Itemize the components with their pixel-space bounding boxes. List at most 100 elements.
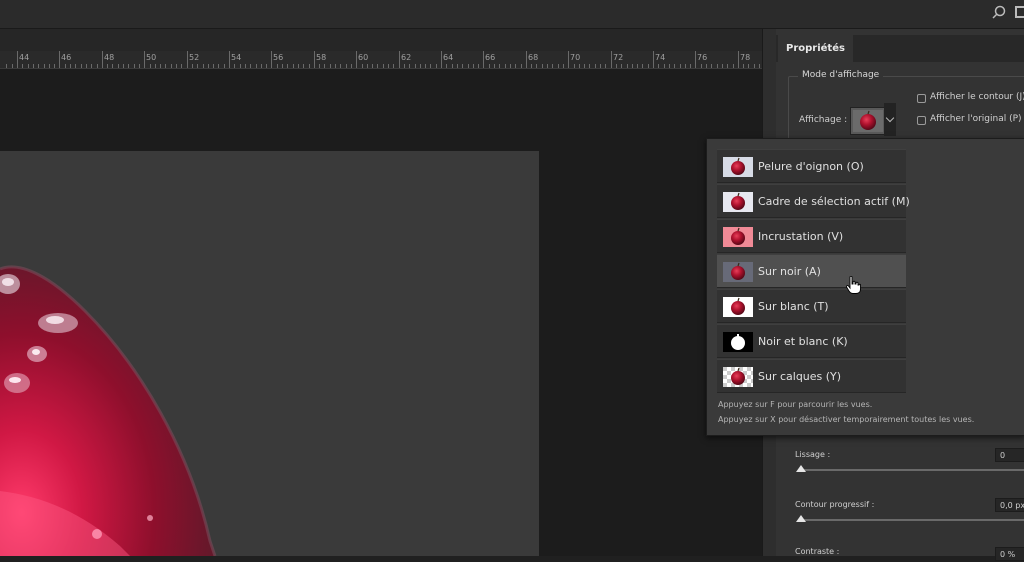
ruler-minor-tick: [658, 64, 659, 68]
black-white-thumb: [723, 332, 753, 352]
ruler-minor-tick: [759, 64, 760, 68]
ruler-minor-tick: [303, 64, 304, 68]
marching-ants-thumb: [723, 192, 753, 212]
ruler-minor-tick: [685, 64, 686, 68]
ruler-major-tick: [611, 51, 612, 68]
ruler-minor-tick: [446, 64, 447, 68]
ruler-minor-tick: [664, 64, 665, 68]
ruler-minor-tick: [404, 64, 405, 68]
ruler-minor-tick: [97, 64, 98, 68]
ruler-minor-tick: [192, 64, 193, 68]
ruler-minor-tick: [28, 64, 29, 68]
ruler-minor-tick: [420, 64, 421, 68]
ruler-minor-tick: [600, 64, 601, 68]
ruler-minor-tick: [287, 64, 288, 68]
ruler-minor-tick: [452, 64, 453, 68]
on-white-label: Sur blanc (T): [758, 300, 829, 313]
view-dropdown-toggle[interactable]: [884, 103, 896, 136]
ruler-major-tick: [314, 51, 315, 68]
ruler-minor-tick: [107, 64, 108, 68]
ruler-minor-tick: [176, 64, 177, 68]
ruler-minor-tick: [319, 64, 320, 68]
show-original-checkbox[interactable]: [917, 116, 926, 125]
feather-value[interactable]: 0,0 px: [995, 498, 1024, 512]
ruler-minor-tick: [717, 64, 718, 68]
ruler-label: 60: [358, 53, 369, 62]
apple-image: [0, 265, 217, 556]
tab-properties[interactable]: Propriétés: [778, 35, 853, 62]
ruler-minor-tick: [293, 64, 294, 68]
chevron-down-icon: [885, 113, 895, 123]
marching-ants-label: Cadre de sélection actif (M): [758, 195, 910, 208]
ruler-minor-tick: [335, 64, 336, 68]
ruler-label: 68: [528, 53, 539, 62]
ruler-minor-tick: [12, 64, 13, 68]
ruler-minor-tick: [536, 64, 537, 68]
ruler-minor-tick: [128, 64, 129, 68]
ruler-minor-tick: [181, 64, 182, 68]
ruler-minor-tick: [362, 64, 363, 68]
view-option-onion-skin[interactable]: Pelure d'oignon (O): [717, 149, 906, 183]
ruler-major-tick: [695, 51, 696, 68]
show-edge-checkbox[interactable]: [917, 94, 926, 103]
on-black-label: Sur noir (A): [758, 265, 821, 278]
ruler-minor-tick: [340, 64, 341, 68]
ruler-minor-tick: [669, 64, 670, 68]
ruler-label: 78: [740, 53, 751, 62]
ruler-major-tick: [187, 51, 188, 68]
ruler-minor-tick: [494, 64, 495, 68]
hint-disable-views: Appuyez sur X pour désactiver temporaire…: [718, 415, 975, 424]
ruler-minor-tick: [505, 64, 506, 68]
ruler-minor-tick: [605, 64, 606, 68]
ruler-minor-tick: [722, 64, 723, 68]
ruler-minor-tick: [282, 64, 283, 68]
ruler-major-tick: [526, 51, 527, 68]
view-option-black-white[interactable]: Noir et blanc (K): [717, 324, 906, 358]
ruler-major-tick: [356, 51, 357, 68]
ruler-minor-tick: [330, 64, 331, 68]
ruler-minor-tick: [245, 64, 246, 68]
ruler-minor-tick: [515, 64, 516, 68]
contrast-value[interactable]: 0 %: [995, 547, 1024, 561]
ruler-major-tick: [653, 51, 654, 68]
search-icon[interactable]: [992, 5, 1006, 19]
ruler-major-tick: [271, 51, 272, 68]
ruler-minor-tick: [203, 64, 204, 68]
feather-slider-track[interactable]: [798, 519, 1024, 521]
smooth-label: Lissage :: [795, 450, 831, 459]
ruler-minor-tick: [478, 64, 479, 68]
smooth-value[interactable]: 0: [995, 448, 1024, 462]
view-option-on-layers[interactable]: Sur calques (Y): [717, 359, 906, 393]
view-option-on-white[interactable]: Sur blanc (T): [717, 289, 906, 323]
view-option-on-black[interactable]: Sur noir (A): [717, 254, 906, 288]
onion-skin-label: Pelure d'oignon (O): [758, 160, 864, 173]
ruler-minor-tick: [75, 64, 76, 68]
smooth-slider-track[interactable]: [798, 469, 1024, 471]
ruler-minor-tick: [324, 64, 325, 68]
ruler-minor-tick: [748, 64, 749, 68]
feather-slider-thumb[interactable]: [796, 515, 806, 522]
onion-skin-thumb: [723, 157, 753, 177]
document-canvas[interactable]: [0, 151, 539, 556]
ruler-label: 66: [485, 53, 496, 62]
ruler-minor-tick: [706, 64, 707, 68]
ruler-minor-tick: [542, 64, 543, 68]
view-thumbnail[interactable]: [850, 107, 886, 135]
smooth-slider-thumb[interactable]: [796, 465, 806, 472]
ruler-minor-tick: [711, 64, 712, 68]
view-option-overlay[interactable]: Incrustation (V): [717, 219, 906, 253]
ruler-minor-tick: [123, 64, 124, 68]
ruler-minor-tick: [33, 64, 34, 68]
hand-cursor-icon: [845, 276, 861, 294]
ruler-minor-tick: [754, 64, 755, 68]
ruler-minor-tick: [589, 64, 590, 68]
on-layers-label: Sur calques (Y): [758, 370, 842, 383]
ruler-minor-tick: [510, 64, 511, 68]
ruler-major-tick: [229, 51, 230, 68]
ruler-minor-tick: [150, 64, 151, 68]
view-option-marching-ants[interactable]: Cadre de sélection actif (M): [717, 184, 910, 218]
workspace-icon[interactable]: [1015, 6, 1024, 18]
ruler-minor-tick: [648, 64, 649, 68]
ruler-minor-tick: [171, 64, 172, 68]
black-white-label: Noir et blanc (K): [758, 335, 848, 348]
